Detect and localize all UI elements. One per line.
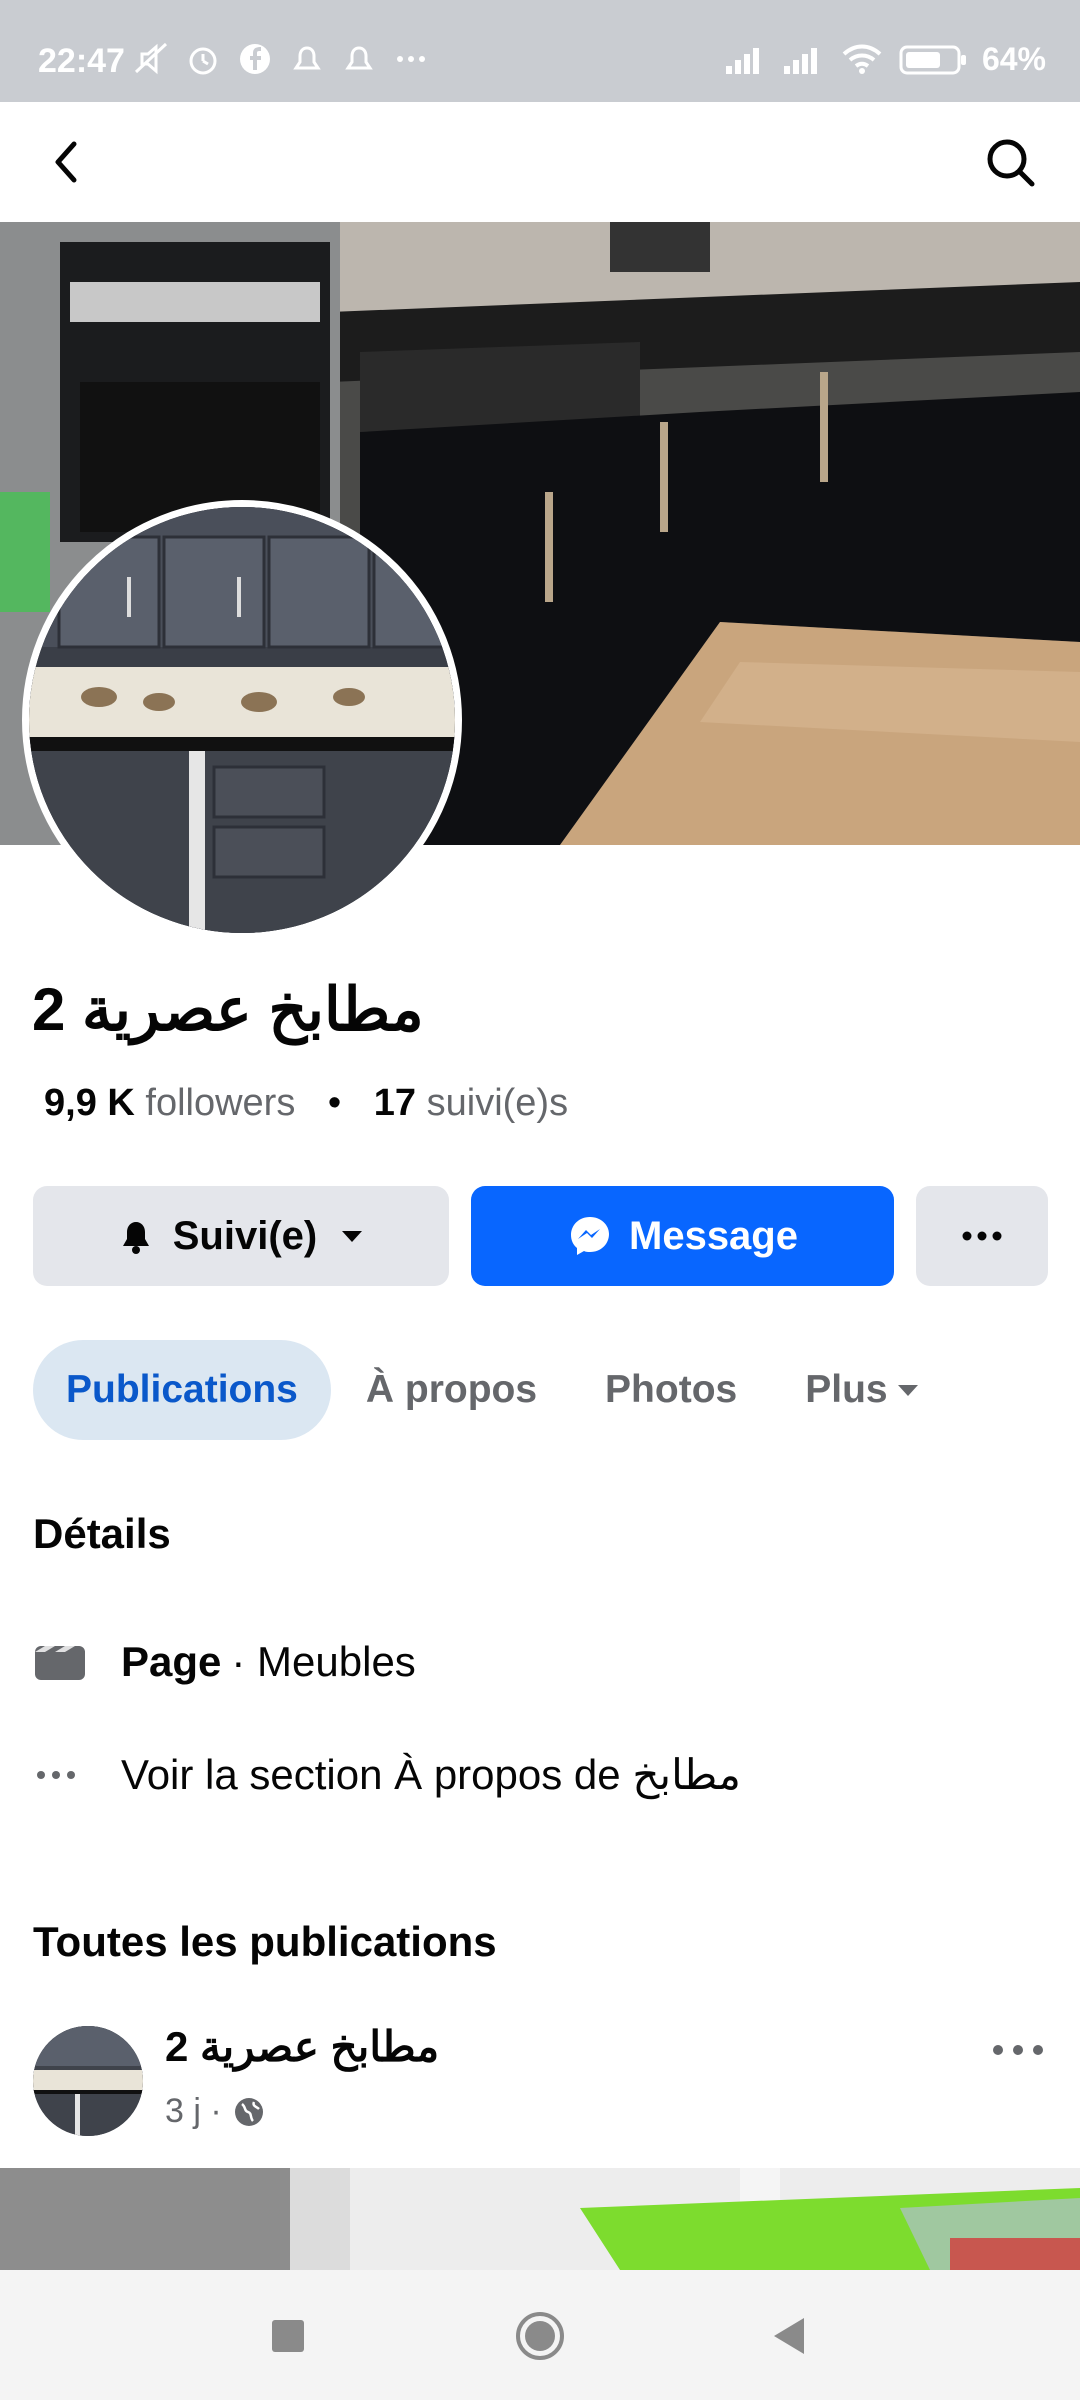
more-options-button[interactable] [916,1186,1048,1286]
following-count[interactable]: 17 [374,1082,416,1124]
tab-about[interactable]: À propos [333,1340,570,1440]
caret-down-icon [897,1385,918,1396]
message-button[interactable]: Message [471,1186,894,1286]
mute-icon [134,42,168,75]
more-dots-icon [33,1755,87,1795]
notification-bell-icon-2 [345,46,373,70]
followers-count[interactable]: 9,9 K [44,1082,135,1124]
messenger-icon [571,1217,609,1255]
following-label[interactable]: suivi(e)s [427,1082,568,1124]
post-photo [0,2168,1080,2270]
following-button-label: Suivi(e) [172,1213,318,1258]
notification-bell-icon [293,46,321,70]
profile-avatar[interactable] [22,500,462,940]
recents-button-icon[interactable] [260,2308,316,2364]
battery-icon [899,45,966,75]
more-notifications-icon [397,56,425,62]
category-row: Page · Meubles [33,1638,416,1686]
tab-photos[interactable]: Photos [572,1340,770,1440]
stats-separator: • [327,1082,342,1124]
tab-publications[interactable]: Publications [33,1340,331,1440]
profile-tabs: Publications À propos Photos Plus [33,1340,957,1440]
post-meta: 3 j · [165,2092,266,2131]
top-app-bar [0,102,1080,222]
battery-level: 64% [981,40,1046,77]
wifi-icon [842,44,882,74]
page-title: مطابخ عصرية 2 [32,976,424,1043]
post-time[interactable]: 3 j · [165,2092,222,2131]
facebook-icon [240,44,270,74]
avatar-kitchen-image [29,507,455,933]
following-button[interactable]: Suivi(e) [33,1186,449,1286]
search-icon[interactable] [980,132,1040,192]
status-bar: 22:47 64% [0,0,1080,102]
avatar-kitchen-thumbnail [33,2026,143,2136]
notification-icons [132,40,430,78]
post-more-icon[interactable] [988,2030,1048,2070]
signal-icon [725,48,759,74]
home-button-icon[interactable] [512,2308,568,2364]
bell-icon [122,1222,149,1254]
globe-icon [234,2097,263,2126]
back-button-icon[interactable] [760,2308,816,2364]
tab-more-label: Plus [805,1368,888,1411]
about-link-row[interactable]: Voir la section À propos de مطابخ [33,1750,741,1799]
posts-heading: Toutes les publications [33,1918,497,1965]
signal-icon-2 [783,48,817,74]
details-heading: Détails [33,1510,171,1557]
message-button-label: Message [629,1213,798,1258]
category-value: · Meubles [231,1638,416,1685]
battery-percent: 64 [981,40,1018,77]
post-author-avatar[interactable] [33,2026,143,2136]
back-arrow-icon[interactable] [40,132,100,192]
followers-label[interactable]: followers [145,1082,295,1124]
follow-stats: 9,9 K followers • 17 suivi(e)s [44,1082,568,1125]
about-link-text[interactable]: Voir la section À propos de مطابخ [121,1750,741,1799]
status-time: 22:47 [38,42,125,80]
tab-more[interactable]: Plus [772,1340,954,1440]
system-navigation-bar [0,2270,1080,2400]
caret-down-icon [342,1231,363,1242]
page-flag-icon [33,1642,87,1682]
post-image[interactable] [0,2168,1080,2270]
more-dots-icon [962,1231,1002,1241]
category-type: Page [121,1638,222,1685]
post-author-name[interactable]: مطابخ عصرية 2 [165,2022,439,2071]
system-icons: 64% [724,40,1046,78]
alarm-icon [189,47,217,75]
